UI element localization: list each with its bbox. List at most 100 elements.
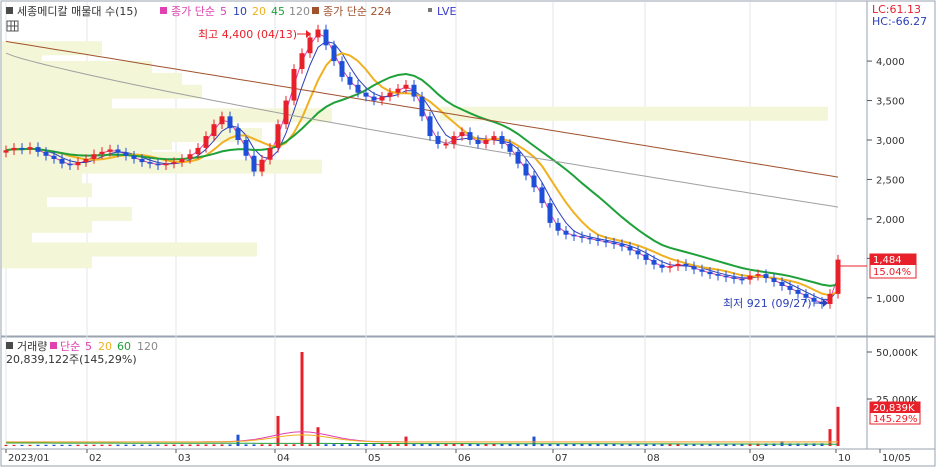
candle-body-9: [75, 162, 81, 166]
candle-body-63: [507, 143, 513, 152]
volume-bar-53: [428, 444, 432, 446]
candle-body-48: [387, 92, 393, 97]
volume-bar-45: [364, 444, 368, 446]
candle-body-24: [195, 147, 201, 155]
candle-body-49: [395, 88, 401, 93]
candle-body-97: [779, 282, 785, 286]
candle-body-90: [723, 275, 729, 278]
profile-bar-wide: [440, 106, 828, 121]
candle-body-96: [771, 278, 777, 283]
candle-body-36: [291, 68, 297, 101]
volume-bar-1: [12, 444, 16, 446]
volume-bar-66: [532, 436, 536, 446]
volume-bar-4: [36, 444, 40, 446]
candle-body-6: [51, 155, 57, 159]
volume-bar-55: [444, 444, 448, 446]
candle-body-0: [3, 150, 9, 153]
volume-bar-61: [492, 443, 496, 446]
candle-body-61: [491, 136, 497, 140]
candle-body-5: [43, 151, 49, 156]
price-tick-label-6: 4,000: [876, 57, 905, 68]
candle-body-95: [763, 274, 769, 279]
volume-bar-0: [4, 444, 8, 446]
candle-body-53: [427, 116, 433, 137]
candle-body-33: [267, 147, 273, 160]
date-label-10: 10/05: [882, 453, 911, 464]
volume-bar-3: [28, 444, 32, 446]
date-label-4: 05: [368, 453, 381, 464]
volume-bar-48: [388, 444, 392, 446]
candle-body-13: [107, 149, 113, 152]
candle-body-67: [539, 187, 545, 204]
volume-bar-35: [284, 444, 288, 446]
candle-body-74: [595, 239, 601, 241]
volume-ma60: 60: [117, 340, 131, 353]
legend-ma224-swatch: [312, 7, 319, 14]
candle-body-47: [379, 96, 385, 101]
candle-body-70: [563, 230, 569, 235]
candle-body-60: [483, 140, 489, 144]
candle-body-14: [115, 149, 121, 153]
candle-body-42: [339, 61, 345, 77]
low-annotation-label: 최저 921 (09/27): [723, 297, 812, 310]
price-tick-label-0: 1,000: [876, 294, 905, 305]
volume-bar-57: [460, 444, 464, 446]
candle-body-69: [555, 222, 561, 231]
volume-bar-23: [188, 444, 192, 446]
candle-body-94: [755, 274, 761, 276]
candle-body-52: [419, 96, 425, 117]
volume-bar-16: [132, 444, 136, 446]
volume-bar-29: [236, 434, 240, 446]
volume-bar-65: [524, 443, 528, 446]
candle-body-39: [315, 29, 321, 38]
volume-bar-28: [228, 444, 232, 446]
candle-body-11: [91, 154, 97, 159]
candle-body-57: [459, 132, 465, 137]
last-volume-ratio: 145.29%: [873, 414, 918, 425]
date-label-8: 09: [752, 453, 765, 464]
date-label-2: 03: [178, 453, 191, 464]
volume-bar-19: [156, 444, 160, 446]
candle-body-28: [227, 116, 233, 129]
candle-body-103: [827, 293, 833, 305]
volume-bar-56: [452, 444, 456, 446]
volume-bar-42: [340, 444, 344, 446]
candle-body-50: [403, 84, 409, 89]
candle-body-20: [163, 163, 169, 166]
volume-bar-26: [212, 444, 216, 446]
candle-body-15: [123, 152, 129, 156]
volume-bar-38: [308, 444, 312, 446]
volume-bar-18: [148, 444, 152, 446]
candle-body-55: [443, 143, 449, 146]
candle-body-46: [371, 96, 377, 101]
candle-body-21: [171, 162, 177, 164]
candle-body-88: [707, 271, 713, 275]
volume-bar-17: [140, 444, 144, 446]
last-price-change: 15.04%: [873, 267, 911, 278]
candle-body-37: [299, 53, 305, 69]
candle-body-25: [203, 136, 209, 148]
legend-ma20: 20: [252, 5, 266, 18]
high-annotation-label: 최고 4,400 (04/13): [198, 28, 297, 41]
candle-body-80: [643, 254, 649, 260]
volume-bar-47: [380, 444, 384, 446]
volume-bar-44: [356, 444, 360, 446]
high-annotation: 최고 4,400 (04/13): [198, 28, 311, 41]
candle-body-101: [811, 297, 817, 302]
volume-bar-7: [60, 444, 64, 446]
candle-body-75: [603, 240, 609, 243]
legend-ma5: 5: [220, 5, 227, 18]
volume-bar-41: [332, 444, 336, 446]
candle-body-12: [99, 151, 105, 155]
candle-body-71: [571, 234, 577, 237]
legend-lve-swatch: [428, 8, 432, 12]
candle-body-81: [651, 259, 657, 265]
volume-bar-104: [836, 406, 840, 446]
grid-toggle-button[interactable]: [6, 20, 19, 32]
volume-bar-36: [292, 444, 296, 446]
volume-bar-5: [44, 444, 48, 446]
candle-body-19: [155, 163, 161, 166]
candle-body-68: [547, 203, 553, 223]
candle-body-54: [435, 136, 441, 144]
volume-ma-title: 단순: [60, 340, 80, 353]
